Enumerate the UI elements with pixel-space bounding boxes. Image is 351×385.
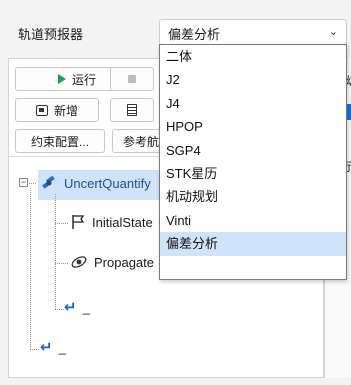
tree-item-return-1[interactable]: ↵ _ bbox=[64, 298, 90, 316]
chevron-down-icon[interactable]: ⌄ bbox=[329, 25, 338, 38]
tree-connector bbox=[30, 349, 39, 350]
play-icon bbox=[57, 74, 66, 84]
tree-item-root[interactable]: UncertQuantify bbox=[40, 175, 151, 191]
tree-connector bbox=[55, 194, 56, 309]
tree-item-return-1-label: _ bbox=[82, 299, 90, 315]
option-j4[interactable]: J4 bbox=[160, 92, 346, 115]
list-button[interactable] bbox=[110, 98, 154, 122]
reference-label: 参考航 bbox=[123, 134, 160, 149]
propagate-icon bbox=[71, 256, 87, 268]
tree-connector bbox=[29, 183, 36, 184]
stop-icon bbox=[128, 75, 136, 83]
tree-item-propagate[interactable]: Propagate bbox=[70, 254, 154, 270]
tree-connector bbox=[55, 309, 64, 310]
tree-item-initial-state[interactable]: InitialState bbox=[70, 214, 153, 230]
tree-item-propagate-label: Propagate bbox=[94, 254, 154, 270]
flag-icon bbox=[72, 215, 85, 229]
propagator-label: 轨道预报器 bbox=[18, 27, 84, 42]
collapse-icon[interactable]: − bbox=[19, 178, 28, 187]
run-button-label: 运行 bbox=[71, 72, 96, 87]
return-arrow-icon: ↵ bbox=[64, 299, 77, 316]
tree-item-return-2[interactable]: ↵ _ bbox=[40, 338, 66, 356]
document-icon bbox=[127, 104, 137, 116]
propagator-selected-value: 偏差分析 bbox=[168, 27, 221, 42]
option-hpop[interactable]: HPOP bbox=[160, 115, 346, 138]
option-two-body[interactable]: 二体 bbox=[160, 45, 346, 68]
return-arrow-icon: ↵ bbox=[40, 339, 53, 356]
reference-button[interactable]: 参考航 bbox=[112, 129, 164, 153]
propagator-dropdown: 二体 J2 J4 HPOP SGP4 STK星历 机动规划 Vinti 偏差分析 bbox=[159, 44, 347, 280]
option-sgp4[interactable]: SGP4 bbox=[160, 139, 346, 162]
option-maneuver-planning[interactable]: 机动规划 bbox=[160, 185, 346, 208]
add-segment-button[interactable]: 新增 bbox=[15, 98, 99, 122]
constraint-config-button[interactable]: 约束配置... bbox=[15, 129, 105, 153]
option-vinti[interactable]: Vinti bbox=[160, 209, 346, 232]
satellite-icon bbox=[42, 175, 55, 189]
add-segment-label: 新增 bbox=[53, 103, 78, 118]
propagator-select[interactable]: 偏差分析 ⌄ bbox=[159, 19, 347, 45]
stop-button[interactable] bbox=[110, 67, 154, 91]
tree-connector bbox=[30, 188, 31, 349]
tree-item-root-label: UncertQuantify bbox=[64, 175, 151, 191]
option-j2[interactable]: J2 bbox=[160, 68, 346, 91]
option-deviation-analysis[interactable]: 偏差分析 bbox=[160, 232, 346, 256]
tree-item-return-2-label: _ bbox=[58, 339, 66, 355]
tree-connector bbox=[55, 263, 68, 264]
tree-connector bbox=[55, 223, 68, 224]
add-segment-icon bbox=[35, 104, 48, 116]
option-stk-ephemeris[interactable]: STK星历 bbox=[160, 162, 346, 185]
constraint-config-label: 约束配置... bbox=[30, 134, 89, 149]
tree-item-initial-state-label: InitialState bbox=[92, 214, 153, 230]
